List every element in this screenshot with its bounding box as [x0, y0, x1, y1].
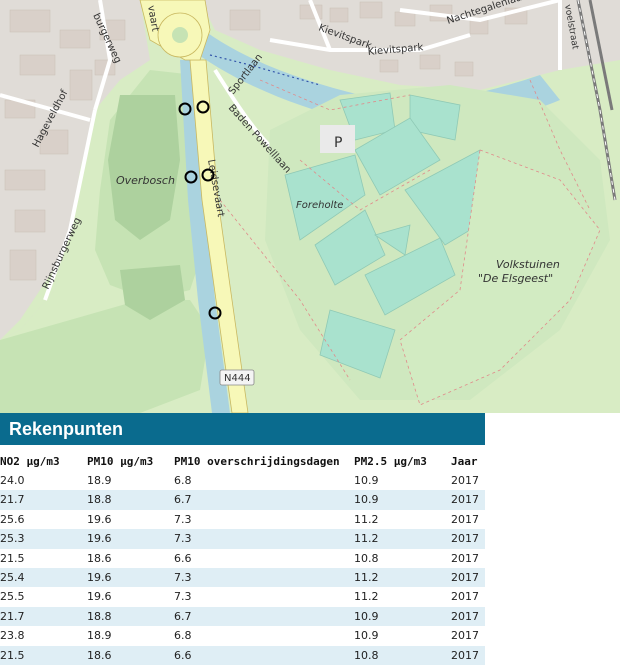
cell-pm10: 18.8 [87, 493, 112, 507]
table-row[interactable]: 25.4 19.6 7.3 11.2 2017 [0, 567, 485, 588]
cell-pm10: 18.6 [87, 551, 112, 565]
table-body: 24.0 18.9 6.8 10.9 2017 21.7 18.8 6.7 10.9 2017 25… [0, 471, 485, 665]
overbosch-wood [108, 95, 180, 240]
table-row[interactable]: 25.5 19.6 7.3 11.2 2017 [0, 587, 485, 606]
cell-no2: 21.5 [0, 551, 25, 565]
column-header-year: Jaar [451, 455, 478, 468]
cell-year: 2017 [451, 590, 479, 604]
cell-no2: 23.8 [0, 629, 25, 643]
cell-no2: 25.5 [0, 590, 25, 604]
cell-pm10-exceedance-days: 7.3 [174, 532, 192, 546]
cell-pm10: 18.9 [87, 474, 112, 487]
cell-pm10: 18.8 [87, 609, 112, 623]
label-de-elsgeest: "De Elsgeest" [478, 272, 553, 285]
road-shield-n444: N444 [219, 369, 255, 386]
road-shield-label: N444 [224, 373, 251, 384]
panel-title-text: Rekenpunten [9, 419, 124, 439]
cell-pm25: 10.9 [354, 629, 379, 643]
cell-pm25: 11.2 [354, 590, 379, 604]
map[interactable]: burgerweg vaart Kievitspark Kievitspark … [0, 0, 620, 413]
cell-pm10-exceedance-days: 7.3 [174, 590, 192, 604]
label-foreholte: Foreholte [296, 200, 343, 211]
cell-pm10: 19.6 [87, 532, 112, 546]
label-volkstuinen: Volkstuinen [496, 258, 560, 271]
cell-pm10: 19.6 [87, 570, 112, 584]
cell-year: 2017 [451, 512, 479, 526]
cell-pm25: 10.8 [354, 551, 379, 565]
cell-no2: 24.0 [0, 474, 25, 487]
cell-year: 2017 [451, 493, 479, 507]
roundabout-center [172, 27, 188, 43]
cell-no2: 21.5 [0, 648, 25, 662]
results-panel: Rekenpunten NO2 µg/m3 PM10 µg/m3 PM10 ov… [0, 413, 485, 670]
column-header-pm10: PM10 µg/m3 [87, 455, 154, 468]
table-row[interactable]: 25.6 19.6 7.3 11.2 2017 [0, 510, 485, 529]
cell-pm25: 10.9 [354, 609, 379, 623]
table-row[interactable]: 24.0 18.9 6.8 10.9 2017 [0, 471, 485, 490]
cell-pm25: 11.2 [354, 512, 379, 526]
table-row[interactable]: 21.5 18.6 6.6 10.8 2017 [0, 549, 485, 568]
cell-year: 2017 [451, 570, 479, 584]
cell-no2: 25.4 [0, 570, 25, 584]
cell-pm10: 19.6 [87, 590, 112, 604]
cell-year: 2017 [451, 609, 479, 623]
cell-no2: 25.3 [0, 532, 25, 546]
cell-pm25: 11.2 [354, 532, 379, 546]
column-header-pm25: PM2.5 µg/m3 [354, 455, 427, 468]
cell-pm10-exceedance-days: 6.7 [174, 493, 192, 507]
cell-pm10: 19.6 [87, 512, 112, 526]
table-row[interactable]: 23.8 18.9 6.8 10.9 2017 [0, 626, 485, 645]
cell-pm10-exceedance-days: 7.3 [174, 512, 192, 526]
cell-pm10-exceedance-days: 7.3 [174, 570, 192, 584]
cell-pm10-exceedance-days: 6.8 [174, 629, 192, 643]
cell-pm10-exceedance-days: 6.6 [174, 648, 192, 662]
label-overbosch: Overbosch [116, 174, 175, 187]
panel-title: Rekenpunten [0, 413, 485, 445]
cell-year: 2017 [451, 551, 479, 565]
cell-pm25: 11.2 [354, 570, 379, 584]
cell-pm10-exceedance-days: 6.8 [174, 474, 192, 487]
table-row[interactable]: 21.7 18.8 6.7 10.9 2017 [0, 490, 485, 510]
cell-pm10-exceedance-days: 6.6 [174, 551, 192, 565]
column-header-pm10-exceedance-days: PM10 overschrijdingsdagen [174, 455, 340, 468]
cell-pm10: 18.9 [87, 629, 112, 643]
cell-no2: 25.6 [0, 512, 25, 526]
cell-year: 2017 [451, 629, 479, 643]
table-row[interactable]: 25.3 19.6 7.3 11.2 2017 [0, 529, 485, 549]
cell-pm10-exceedance-days: 6.7 [174, 609, 192, 623]
cell-pm25: 10.9 [354, 493, 379, 507]
column-header-no2: NO2 µg/m3 [0, 455, 60, 468]
table-row[interactable]: 21.5 18.6 6.6 10.8 2017 [0, 645, 485, 665]
cell-year: 2017 [451, 532, 479, 546]
cell-no2: 21.7 [0, 493, 25, 507]
table-row[interactable]: 21.7 18.8 6.7 10.9 2017 [0, 606, 485, 627]
cell-no2: 21.7 [0, 609, 25, 623]
cell-pm25: 10.8 [354, 648, 379, 662]
cell-year: 2017 [451, 474, 479, 487]
cell-pm10: 18.6 [87, 648, 112, 662]
cell-year: 2017 [451, 648, 479, 662]
label-parking: P [334, 135, 342, 151]
cell-pm25: 10.9 [354, 474, 379, 487]
